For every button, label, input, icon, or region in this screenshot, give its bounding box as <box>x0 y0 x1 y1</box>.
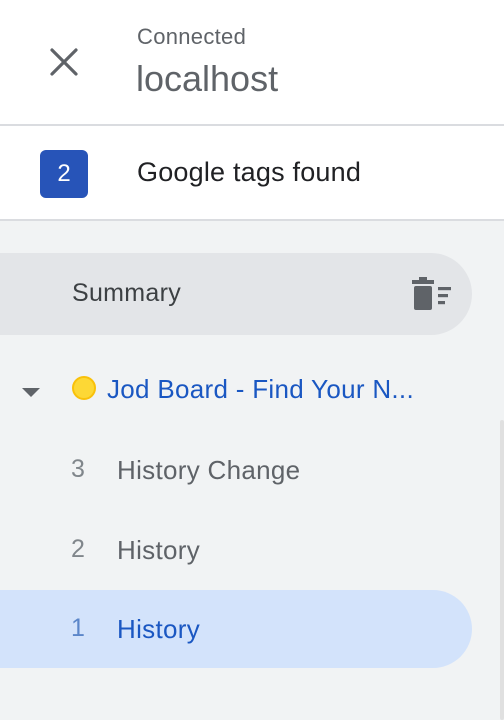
event-name: History <box>117 614 200 644</box>
summary-item[interactable]: Summary <box>0 253 472 335</box>
tags-found-label: Google tags found <box>137 157 362 187</box>
event-number: 1 <box>71 614 85 642</box>
event-item-selected[interactable]: 1 History <box>0 590 472 668</box>
tags-found-bar[interactable]: 2 Google tags found <box>0 126 504 221</box>
event-name: History <box>117 535 200 565</box>
event-name: History Change <box>117 455 301 485</box>
event-item[interactable]: 2 History <box>0 511 472 589</box>
event-number: 3 <box>71 455 85 483</box>
expand-caret-icon[interactable] <box>22 388 40 397</box>
container-item[interactable]: Jod Board - Find Your N... <box>0 352 504 428</box>
container-title: Jod Board - Find Your N... <box>107 374 414 404</box>
scrollbar[interactable] <box>500 420 504 720</box>
clear-messages-button[interactable] <box>408 275 456 315</box>
connection-status: Connected <box>137 24 247 49</box>
clear-all-icon <box>412 277 451 310</box>
app-header: Connected localhost <box>0 0 504 126</box>
event-number: 2 <box>71 535 85 563</box>
status-dot-icon <box>72 376 96 400</box>
event-item[interactable]: 3 History Change <box>0 431 472 509</box>
summary-label: Summary <box>72 279 182 307</box>
tag-count-badge: 2 <box>40 150 88 198</box>
close-button[interactable] <box>40 38 88 86</box>
close-icon <box>50 48 78 76</box>
host-name: localhost <box>136 58 279 99</box>
